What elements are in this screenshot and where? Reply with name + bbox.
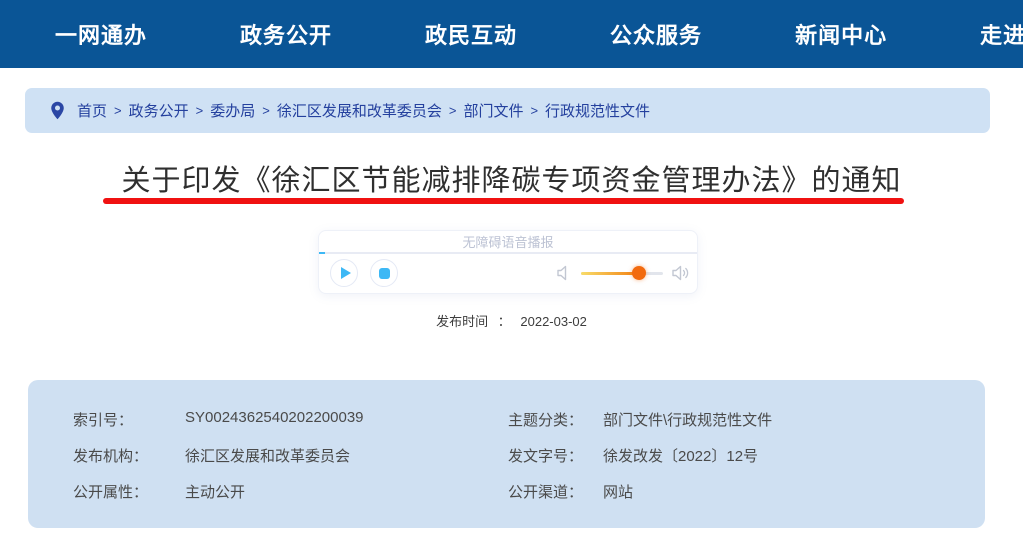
index-number-value: SY0024362540202200039 [185, 409, 364, 426]
publish-date-label: 发布时间 [436, 314, 488, 329]
document-metadata-panel: 索引号： SY0024362540202200039 主题分类： 部门文件\行政… [28, 380, 985, 528]
title-underline [103, 198, 904, 204]
breadcrumb-regulatory-documents[interactable]: 行政规范性文件 [545, 100, 650, 121]
volume-slider-fill [581, 272, 639, 275]
publish-date-colon: ： [498, 314, 511, 329]
publish-date-value: 2022-03-02 [520, 314, 587, 329]
top-navigation: 一网通办 政务公开 政民互动 公众服务 新闻中心 走进徐汇 [0, 0, 1023, 68]
index-number-label: 索引号： [73, 409, 133, 430]
volume-high-icon [672, 265, 690, 286]
disclosure-channel-label: 公开渠道： [508, 481, 583, 502]
nav-item-online-services[interactable]: 一网通办 [55, 18, 147, 50]
publish-date-row: 发布时间 ： 2022-03-02 [0, 311, 1023, 330]
breadcrumb-separator: > [114, 103, 122, 118]
stop-button[interactable] [370, 259, 398, 287]
nav-item-public-service[interactable]: 公众服务 [610, 18, 702, 50]
breadcrumb-separator: > [530, 103, 538, 118]
nav-item-public-interaction[interactable]: 政民互动 [425, 18, 517, 50]
play-button[interactable] [330, 259, 358, 287]
topic-category-label: 主题分类： [508, 409, 583, 430]
metadata-row: 公开属性： 主动公开 公开渠道： 网站 [28, 473, 985, 509]
issuing-agency-label: 发布机构： [73, 445, 148, 466]
issuing-agency-value: 徐汇区发展和改革委员会 [185, 445, 350, 466]
breadcrumb-development-reform-commission[interactable]: 徐汇区发展和改革委员会 [277, 100, 442, 121]
volume-slider-handle[interactable] [632, 266, 646, 280]
disclosure-attribute-value: 主动公开 [185, 481, 245, 502]
breadcrumb-home[interactable]: 首页 [77, 100, 107, 121]
audio-player-title: 无障碍语音播报 [319, 231, 697, 252]
breadcrumb-gov-affairs[interactable]: 政务公开 [129, 100, 189, 121]
nav-item-government-affairs[interactable]: 政务公开 [240, 18, 332, 50]
breadcrumb-department-documents[interactable]: 部门文件 [463, 100, 523, 121]
document-number-label: 发文字号： [508, 445, 583, 466]
document-number-value: 徐发改发〔2022〕12号 [603, 445, 758, 466]
breadcrumb-bureaus[interactable]: 委办局 [210, 100, 255, 121]
audio-controls [319, 254, 697, 293]
stop-icon [379, 268, 390, 279]
metadata-row: 索引号： SY0024362540202200039 主题分类： 部门文件\行政… [28, 401, 985, 437]
breadcrumb: 首页 > 政务公开 > 委办局 > 徐汇区发展和改革委员会 > 部门文件 > 行… [25, 88, 990, 133]
location-pin-icon [50, 101, 65, 120]
disclosure-attribute-label: 公开属性： [73, 481, 148, 502]
page-title: 关于印发《徐汇区节能减排降碳专项资金管理办法》的通知 [0, 157, 1023, 199]
volume-slider[interactable] [581, 272, 663, 275]
disclosure-channel-value: 网站 [603, 481, 633, 502]
page: 一网通办 政务公开 政民互动 公众服务 新闻中心 走进徐汇 首页 > 政务公开 … [0, 0, 1023, 540]
metadata-row: 发布机构： 徐汇区发展和改革委员会 发文字号： 徐发改发〔2022〕12号 [28, 437, 985, 473]
audio-player: 无障碍语音播报 [318, 230, 698, 294]
topic-category-value: 部门文件\行政规范性文件 [603, 409, 772, 430]
nav-item-about-xuhui[interactable]: 走进徐汇 [980, 18, 1023, 50]
breadcrumb-separator: > [262, 103, 270, 118]
play-icon [341, 267, 351, 279]
breadcrumb-separator: > [449, 103, 457, 118]
breadcrumb-separator: > [196, 103, 204, 118]
volume-low-icon [557, 265, 571, 286]
nav-item-news-center[interactable]: 新闻中心 [795, 18, 887, 50]
